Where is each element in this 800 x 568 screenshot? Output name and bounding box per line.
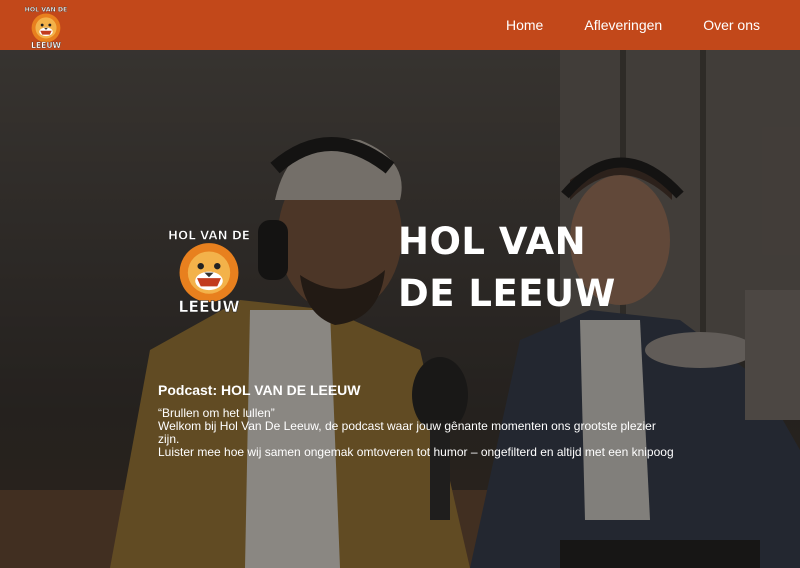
nav-links: Home Afleveringen Over ons (506, 0, 760, 50)
podcast-description-1: Welkom bij Hol Van De Leeuw, de podcast … (158, 419, 656, 446)
podcast-heading: Podcast: HOL VAN DE LEEUW (158, 382, 361, 398)
podcast-info: Podcast: HOL VAN DE LEEUW “Brullen om he… (158, 382, 678, 459)
lion-logo-large-icon: HOL VAN DE LEEUW (168, 228, 250, 314)
hero-section: HOL VAN DE LEEUW HOL VAN DE LEEUW Podcas… (0, 50, 800, 568)
svg-text:HOL VAN DE: HOL VAN DE (168, 228, 250, 242)
nav-link-home[interactable]: Home (506, 17, 543, 33)
svg-text:LEEUW: LEEUW (31, 41, 62, 49)
svg-text:LEEUW: LEEUW (178, 297, 239, 314)
hero-title: HOL VAN DE LEEUW (398, 220, 616, 315)
svg-text:HOL VAN DE: HOL VAN DE (25, 7, 68, 14)
nav-link-over-ons[interactable]: Over ons (703, 17, 760, 33)
nav-link-afleveringen[interactable]: Afleveringen (584, 17, 662, 33)
podcast-description-2: Luister mee hoe wij samen ongemak omtove… (158, 445, 674, 459)
lion-logo-icon[interactable]: HOL VAN DE LEEUW (22, 3, 70, 49)
top-navbar: HOL VAN DE LEEUW Home Afleveringen Over … (0, 0, 800, 50)
